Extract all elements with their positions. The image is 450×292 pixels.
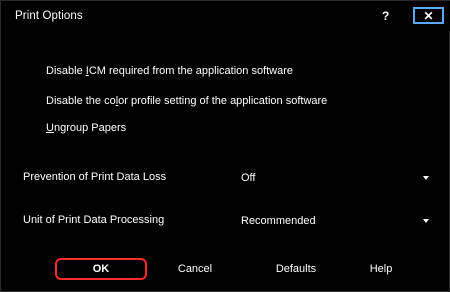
- prevention-label: Prevention of Print Data Loss: [23, 171, 167, 183]
- unit-value: Recommended: [241, 215, 316, 227]
- print-options-dialog: Print Options ? ✕ Disable ICM required f…: [0, 0, 450, 292]
- unit-label: Unit of Print Data Processing: [23, 214, 165, 226]
- checkbox-label: Disable ICM required from the applicatio…: [46, 65, 294, 77]
- unit-dropdown[interactable]: Recommended: [233, 211, 435, 231]
- chevron-down-icon: [423, 219, 429, 223]
- chevron-down-icon: [423, 176, 429, 180]
- window-title: Print Options: [15, 10, 83, 22]
- checkbox-disable-color-profile[interactable]: Disable the color profile setting of the…: [46, 95, 327, 107]
- close-button[interactable]: ✕: [413, 7, 444, 24]
- checkbox-label: Disable the color profile setting of the…: [46, 95, 328, 107]
- prevention-value: Off: [241, 172, 256, 184]
- checkbox-disable-icm[interactable]: Disable ICM required from the applicatio…: [46, 65, 293, 77]
- prevention-dropdown[interactable]: Off: [233, 168, 435, 188]
- cancel-button[interactable]: Cancel: [159, 258, 231, 280]
- ok-button[interactable]: OK: [55, 258, 147, 280]
- context-help-icon[interactable]: ?: [382, 9, 389, 23]
- close-icon: ✕: [423, 8, 434, 23]
- help-button[interactable]: Help: [351, 258, 411, 280]
- defaults-button[interactable]: Defaults: [256, 258, 336, 280]
- checkbox-ungroup-papers[interactable]: Ungroup Papers: [46, 122, 126, 134]
- title-bar: Print Options ? ✕: [1, 1, 450, 31]
- checkbox-label: Ungroup Papers: [46, 122, 127, 134]
